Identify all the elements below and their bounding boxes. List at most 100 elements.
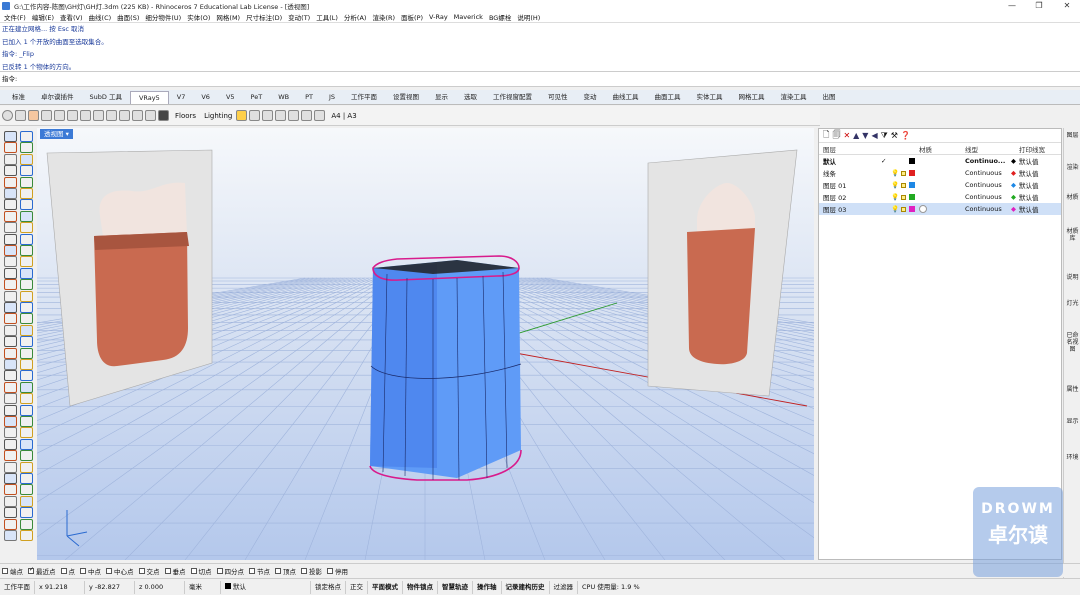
tab-wb[interactable]: WB	[270, 91, 297, 104]
menu-maverick[interactable]: Maverick	[454, 13, 483, 21]
tool-icon[interactable]	[4, 279, 17, 291]
tab-subd-tools[interactable]: SubD 工具	[82, 91, 130, 104]
tab-cplane[interactable]: 工作平面	[343, 91, 385, 104]
menu-solid[interactable]: 实体(O)	[187, 12, 210, 22]
tool-icon[interactable]	[20, 461, 33, 473]
filter-toggle[interactable]: 过滤器	[550, 580, 578, 594]
tool-icon[interactable]	[20, 416, 33, 427]
menu-tools[interactable]: 工具(L)	[316, 12, 338, 22]
tool-icon[interactable]	[20, 210, 33, 222]
panel-tab[interactable]: 材质库	[1066, 228, 1079, 242]
menu-subd[interactable]: 细分物件(U)	[145, 12, 181, 22]
tab-viewport-layout[interactable]: 工作视窗配置	[485, 91, 540, 104]
menu-mesh[interactable]: 网格(M)	[216, 12, 240, 22]
menu-panels[interactable]: 面板(P)	[401, 12, 423, 22]
osnap-option[interactable]: 中心点	[106, 566, 134, 576]
tool-icon[interactable]	[4, 210, 17, 222]
tool-icon[interactable]	[4, 359, 17, 370]
tool-icon[interactable]	[20, 245, 33, 256]
tab-curve-tools[interactable]: 曲线工具	[605, 91, 647, 104]
tool-icon[interactable]	[20, 324, 33, 336]
tool-icon[interactable]	[20, 404, 33, 416]
panel-tab[interactable]: 属性	[1066, 386, 1079, 393]
panel-tab[interactable]: 灯光	[1066, 300, 1079, 307]
layer-row[interactable]: 图层 03 💡 Continuous ◆ 默认值	[819, 203, 1061, 215]
tab-transform[interactable]: 变动	[576, 91, 605, 104]
menu-surface[interactable]: 曲面(S)	[117, 12, 139, 22]
asset-editor-icon[interactable]	[15, 110, 26, 121]
layer-row[interactable]: 默认 ✓ Continuo... ◆ 默认值	[819, 155, 1061, 167]
osnap-checkbox[interactable]	[327, 567, 333, 574]
lock-icon[interactable]	[901, 206, 906, 212]
tool-icon[interactable]	[4, 381, 17, 393]
panel-tab[interactable]: 显示	[1066, 418, 1079, 425]
tool-icon[interactable]	[20, 438, 33, 450]
proxy-icon[interactable]	[119, 110, 130, 121]
layer-row[interactable]: 图层 01 💡 Continuous ◆ 默认值	[819, 179, 1061, 191]
osnap-checkbox[interactable]	[275, 567, 281, 574]
print-color-icon[interactable]: ◆	[1011, 157, 1016, 165]
tool-icon[interactable]	[20, 267, 33, 279]
move-down-icon[interactable]: ▼	[862, 131, 868, 140]
material-icon[interactable]	[80, 110, 91, 121]
close-button[interactable]: ✕	[1058, 0, 1076, 11]
render-icon[interactable]	[28, 110, 39, 121]
move-to-parent-icon[interactable]: ◀	[871, 131, 877, 140]
col-linetype[interactable]: 线型	[965, 144, 978, 154]
lock-icon[interactable]	[901, 182, 906, 188]
mesh-export-icon[interactable]	[106, 110, 117, 121]
col-layer[interactable]: 图层	[823, 144, 836, 154]
menu-analyze[interactable]: 分析(A)	[344, 12, 367, 22]
menu-transform[interactable]: 变动(T)	[288, 12, 310, 22]
tool-icon[interactable]	[20, 256, 33, 268]
tool-icon[interactable]	[4, 324, 17, 336]
osnap-option[interactable]: 投影	[301, 566, 322, 576]
fur-icon[interactable]	[145, 110, 156, 121]
bulb-icon[interactable]: 💡	[891, 205, 899, 213]
layer-name[interactable]: 图层 02	[823, 192, 846, 202]
menu-help[interactable]: 说明(H)	[517, 12, 540, 22]
current-layer-status[interactable]: 默认	[221, 580, 311, 594]
osnap-checkbox[interactable]	[138, 567, 145, 574]
tool-icon[interactable]	[4, 473, 17, 484]
new-sublayer-icon[interactable]: 🗐	[832, 129, 840, 143]
tool-icon[interactable]	[20, 279, 33, 291]
current-layer-check[interactable]: ✓	[881, 157, 886, 165]
viewport-dropdown-icon[interactable]: ▾	[66, 130, 69, 138]
dome-light-icon[interactable]	[249, 110, 261, 121]
material-swatch[interactable]	[919, 205, 927, 213]
tool-icon[interactable]	[4, 507, 17, 519]
tool-icon[interactable]	[4, 131, 17, 142]
lighting-label[interactable]: Lighting	[204, 112, 232, 120]
smarttrack-toggle[interactable]: 智慧轨迹	[438, 580, 473, 594]
osnap-option[interactable]: 切点	[190, 566, 212, 576]
col-material[interactable]: 材质	[919, 144, 932, 154]
layer-linetype[interactable]: Continuous	[965, 181, 1002, 189]
delete-layer-icon[interactable]: ✕	[843, 131, 850, 140]
menu-bg[interactable]: BG螺栓	[489, 12, 511, 22]
bulb-icon[interactable]: 💡	[891, 169, 899, 177]
tool-icon[interactable]	[4, 438, 17, 450]
osnap-option[interactable]: 顶点	[275, 566, 296, 576]
osnap-checkbox[interactable]	[164, 567, 171, 574]
layer-linetype[interactable]: Continuo...	[965, 157, 1005, 165]
menu-dimension[interactable]: 尺寸标注(D)	[246, 12, 282, 22]
tool-icon[interactable]	[20, 142, 33, 154]
light-gen-icon[interactable]	[93, 110, 104, 121]
ies-light-icon[interactable]	[288, 110, 300, 121]
print-color-icon[interactable]: ◆	[1011, 193, 1016, 201]
tab-v7[interactable]: V7	[169, 91, 194, 104]
tool-icon[interactable]	[20, 233, 33, 245]
scatter-icon[interactable]	[132, 110, 143, 121]
tool-icon[interactable]	[4, 495, 17, 507]
tab-set-view[interactable]: 设置视图	[385, 91, 427, 104]
print-width[interactable]: 默认值	[1019, 192, 1039, 202]
tool-icon[interactable]	[4, 370, 17, 382]
layer-linetype[interactable]: Continuous	[965, 193, 1002, 201]
perspective-viewport[interactable]: 透视图 ▾	[37, 128, 814, 560]
tool-icon[interactable]	[4, 199, 17, 211]
tool-icon[interactable]	[4, 404, 17, 416]
tab-drowm-plugin[interactable]: 卓尔谟插件	[33, 91, 82, 104]
tab-js[interactable]: JS	[321, 91, 343, 104]
move-up-icon[interactable]: ▲	[853, 131, 859, 140]
